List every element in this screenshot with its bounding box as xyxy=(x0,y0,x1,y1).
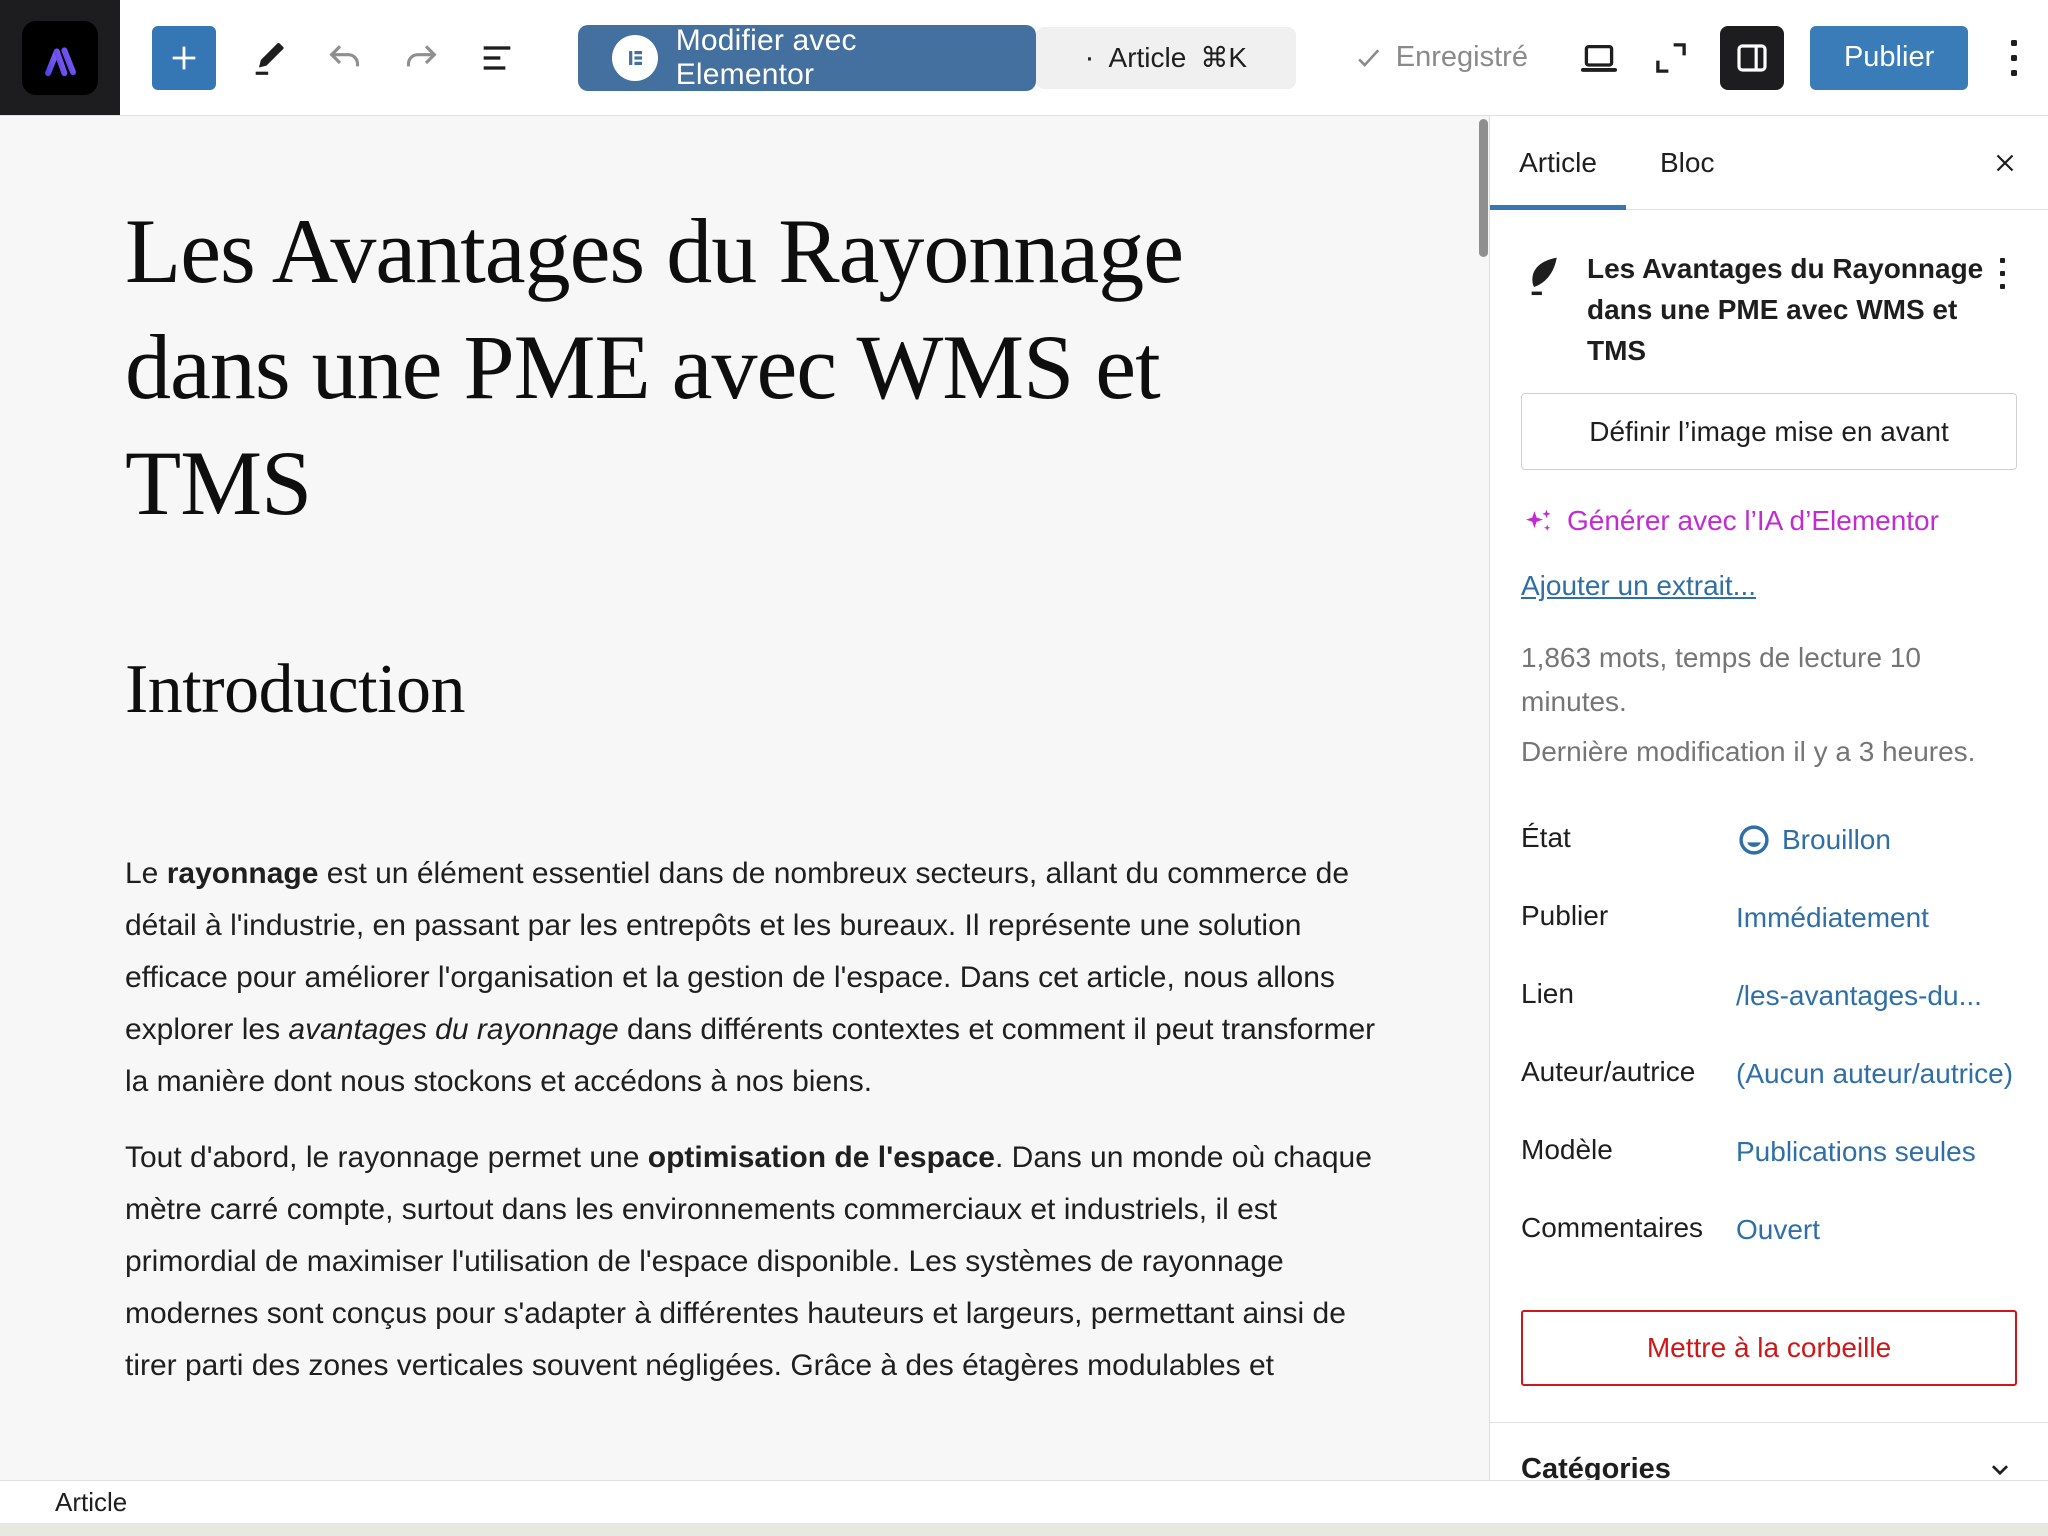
tab-post[interactable]: Article xyxy=(1490,116,1626,209)
author-value-text: (Aucun auteur/autrice) xyxy=(1736,1054,2013,1094)
row-publish: Publier Immédiatement xyxy=(1521,898,2017,938)
p2-text: . Dans un monde où chaque mètre carré co… xyxy=(125,1141,1372,1382)
paragraph-2[interactable]: Tout d'abord, le rayonnage permet une op… xyxy=(125,1132,1397,1392)
move-to-trash-button[interactable]: Mettre à la corbeille xyxy=(1521,1310,2017,1386)
list-view-icon xyxy=(477,38,517,78)
plus-icon xyxy=(167,41,201,75)
post-content: Les Avantages du Rayonnage dans une PME … xyxy=(0,116,1489,1392)
row-template-label: Modèle xyxy=(1521,1132,1736,1166)
row-comments-value[interactable]: Ouvert xyxy=(1736,1210,2017,1250)
undo-icon xyxy=(325,38,365,78)
post-settings-rows: État Brouillon Publier Immédiatement Lie… xyxy=(1521,820,2017,1250)
chevron-down-icon xyxy=(1983,1452,2017,1480)
command-palette-dot: · xyxy=(1085,41,1095,75)
row-author: Auteur/autrice (Aucun auteur/autrice) xyxy=(1521,1054,2017,1094)
document-overview-button[interactable] xyxy=(474,35,520,81)
status-value-text: Brouillon xyxy=(1782,820,1891,860)
p1-italic: avantages du rayonnage xyxy=(288,1013,618,1046)
comments-value-text: Ouvert xyxy=(1736,1210,1820,1250)
row-comments-label: Commentaires xyxy=(1521,1210,1736,1244)
generate-with-ai-link[interactable]: Générer avec l’IA d’Elementor xyxy=(1521,504,2017,538)
site-logo-icon xyxy=(34,32,86,84)
row-link-label: Lien xyxy=(1521,976,1736,1010)
template-value-text: Publications seules xyxy=(1736,1132,1976,1172)
breadcrumb[interactable]: Article xyxy=(55,1487,127,1518)
draft-status-icon xyxy=(1736,822,1772,858)
command-palette-shortcut: ⌘K xyxy=(1200,41,1247,74)
row-template: Modèle Publications seules xyxy=(1521,1132,2017,1172)
redo-icon xyxy=(401,38,441,78)
editor-toolbar: Modifier avec Elementor · Article ⌘K Enr… xyxy=(0,0,2048,116)
sidebar-scrollbar[interactable] xyxy=(1479,119,1488,257)
check-icon xyxy=(1352,41,1386,75)
close-icon xyxy=(1990,148,2020,178)
row-status-value[interactable]: Brouillon xyxy=(1736,820,2017,860)
publish-button[interactable]: Publier xyxy=(1810,26,1968,90)
last-modified-text: Dernière modification il y a 3 heures. xyxy=(1521,730,2017,774)
p2-text: Tout d'abord, le rayonnage permet une xyxy=(125,1141,648,1174)
post-type-icon xyxy=(1521,252,1565,300)
link-value-text: /les-avantages-du... xyxy=(1736,976,1982,1016)
publish-value-text: Immédiatement xyxy=(1736,898,1929,938)
categories-panel-toggle[interactable]: Catégories xyxy=(1521,1423,2017,1480)
laptop-icon xyxy=(1578,37,1620,79)
set-featured-image-button[interactable]: Définir l’image mise en avant xyxy=(1521,393,2017,470)
preview-button[interactable] xyxy=(1576,35,1622,81)
options-menu-button[interactable] xyxy=(1994,26,2034,90)
row-author-label: Auteur/autrice xyxy=(1521,1054,1736,1088)
add-excerpt-link[interactable]: Ajouter un extrait... xyxy=(1521,570,1756,602)
site-logo-button[interactable] xyxy=(0,0,120,115)
saved-label: Enregistré xyxy=(1396,41,1528,74)
edit-with-elementor-label: Modifier avec Elementor xyxy=(676,24,1002,92)
site-logo xyxy=(22,21,98,95)
breadcrumb-bar: Article xyxy=(0,1480,2048,1523)
row-publish-label: Publier xyxy=(1521,898,1736,932)
command-palette-button[interactable]: · Article ⌘K xyxy=(1036,27,1296,89)
undo-button[interactable] xyxy=(322,35,368,81)
toolbar-right-icons xyxy=(1576,26,1784,90)
pencil-icon xyxy=(249,38,289,78)
sidebar-body: Les Avantages du Rayonnage dans une PME … xyxy=(1490,210,2048,1480)
sparkle-icon xyxy=(1521,504,1555,538)
expand-icon xyxy=(1650,37,1692,79)
editor-canvas[interactable]: Les Avantages du Rayonnage dans une PME … xyxy=(0,116,1489,1480)
saved-status: Enregistré xyxy=(1352,41,1528,75)
row-comments: Commentaires Ouvert xyxy=(1521,1210,2017,1250)
fullscreen-button[interactable] xyxy=(1648,35,1694,81)
row-link-value[interactable]: /les-avantages-du... xyxy=(1736,976,2017,1016)
row-template-value[interactable]: Publications seules xyxy=(1736,1132,2017,1172)
edit-with-elementor-button[interactable]: Modifier avec Elementor xyxy=(578,25,1036,91)
categories-panel-label: Catégories xyxy=(1521,1453,1671,1481)
post-card-title[interactable]: Les Avantages du Rayonnage dans une PME … xyxy=(1587,248,1987,371)
tools-button[interactable] xyxy=(246,35,292,81)
heading-introduction[interactable]: Introduction xyxy=(125,650,1489,730)
block-inserter-button[interactable] xyxy=(152,26,216,90)
row-publish-value[interactable]: Immédiatement xyxy=(1736,898,2017,938)
sidebar-tabbar: Article Bloc xyxy=(1490,116,2048,210)
post-title[interactable]: Les Avantages du Rayonnage dans une PME … xyxy=(125,194,1295,542)
command-palette-title: Article xyxy=(1109,42,1187,74)
generate-with-ai-label: Générer avec l’IA d’Elementor xyxy=(1567,505,1939,537)
toolbar-left-group xyxy=(152,26,520,90)
settings-sidebar: Article Bloc Les Avantages du Rayonnage … xyxy=(1489,116,2048,1480)
settings-panel-toggle[interactable] xyxy=(1720,26,1784,90)
word-count-text: 1,863 mots, temps de lecture 10 minutes. xyxy=(1521,636,2017,724)
row-status-label: État xyxy=(1521,820,1736,854)
post-summary-card: Les Avantages du Rayonnage dans une PME … xyxy=(1521,210,2017,371)
p1-bold: rayonnage xyxy=(167,857,319,890)
elementor-logo-icon xyxy=(612,35,658,81)
window-bottom-strip xyxy=(0,1523,2048,1536)
sidebar-panel-icon xyxy=(1732,38,1772,78)
row-status: État Brouillon xyxy=(1521,820,2017,860)
tab-block[interactable]: Bloc xyxy=(1626,116,1748,209)
close-sidebar-button[interactable] xyxy=(1962,116,2048,209)
p1-text: Le xyxy=(125,857,167,890)
row-author-value[interactable]: (Aucun auteur/autrice) xyxy=(1736,1054,2017,1094)
post-card-options-button[interactable] xyxy=(1987,258,2017,289)
redo-button[interactable] xyxy=(398,35,444,81)
row-link: Lien /les-avantages-du... xyxy=(1521,976,2017,1016)
paragraph-1[interactable]: Le rayonnage est un élément essentiel da… xyxy=(125,848,1397,1108)
p2-bold: optimisation de l'espace xyxy=(648,1141,995,1174)
